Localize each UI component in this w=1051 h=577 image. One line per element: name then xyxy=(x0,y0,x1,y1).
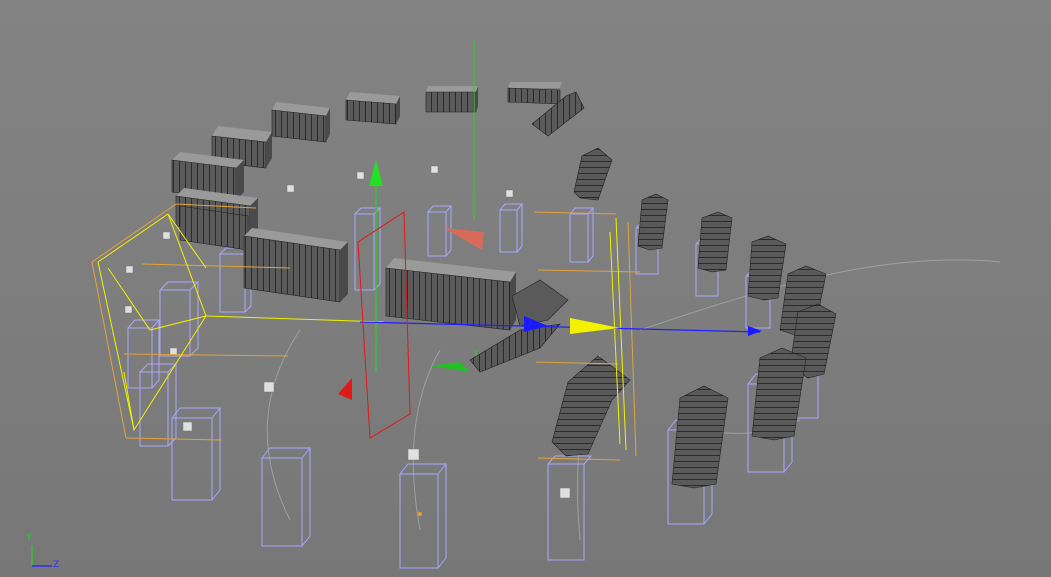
brick-blocks[interactable] xyxy=(171,82,837,489)
pivot-dot xyxy=(418,512,422,516)
brick-block xyxy=(271,102,330,143)
brick-block xyxy=(747,235,787,301)
3d-viewport[interactable]: Y Z xyxy=(0,0,1051,577)
x-axis-scale-handle xyxy=(570,318,620,334)
brick-block xyxy=(511,279,569,327)
guide-cuboid xyxy=(399,463,448,569)
z-axis-arrow xyxy=(338,378,352,400)
scene-canvas[interactable] xyxy=(0,0,1051,577)
brick-block xyxy=(751,347,807,441)
brick-block xyxy=(637,193,669,251)
brick-block xyxy=(425,86,478,113)
x-axis-line xyxy=(359,321,761,333)
world-axis-y-label: Y xyxy=(26,533,32,543)
guide-cuboid xyxy=(171,407,222,501)
brick-block xyxy=(573,147,613,201)
brick-block xyxy=(345,92,400,125)
xz-plane-handle xyxy=(444,228,484,250)
brick-block xyxy=(671,385,729,489)
guide-cuboid xyxy=(427,205,453,257)
world-axis-indicator xyxy=(31,545,52,567)
xy-plane-handle xyxy=(430,362,470,372)
guide-cuboid xyxy=(499,203,524,253)
brick-block xyxy=(469,323,561,373)
guide-cuboid xyxy=(569,207,595,263)
brick-block xyxy=(243,228,348,303)
brick-block xyxy=(697,211,733,273)
world-axis-z-label: Z xyxy=(53,560,60,570)
guide-cuboid xyxy=(139,363,178,447)
guide-cuboid xyxy=(547,455,593,561)
y-axis-arrow xyxy=(369,160,383,186)
z-plane xyxy=(357,211,411,439)
brick-block xyxy=(507,82,562,105)
guide-cuboid xyxy=(261,447,312,547)
